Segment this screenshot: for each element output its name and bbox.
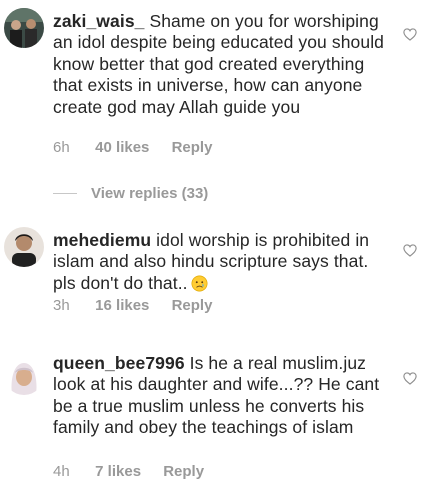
reply-button[interactable]: Reply — [172, 139, 213, 156]
comment-item: mehediemu idol worship is prohibited in … — [0, 222, 425, 322]
comment-time: 4h — [53, 463, 70, 480]
comment-time: 6h — [53, 139, 70, 156]
comment-body: queen_bee7996 Is he a real muslim.juz lo… — [53, 353, 393, 439]
comment-likes[interactable]: 40 likes — [95, 139, 149, 156]
avatar[interactable] — [4, 355, 44, 395]
heart-outline-icon[interactable] — [403, 28, 417, 41]
reply-button[interactable]: Reply — [163, 463, 204, 480]
avatar-image — [4, 227, 44, 267]
comment-body: zaki_wais_ Shame on you for worshiping a… — [53, 11, 393, 118]
comment-likes[interactable]: 7 likes — [95, 463, 141, 480]
avatar[interactable] — [4, 8, 44, 48]
comment-item: queen_bee7996 Is he a real muslim.juz lo… — [0, 345, 425, 495]
comment-username[interactable]: queen_bee7996 — [53, 353, 185, 373]
view-replies-button[interactable]: View replies (33) — [53, 183, 208, 203]
heart-outline-icon[interactable] — [403, 244, 417, 257]
avatar[interactable] — [4, 227, 44, 267]
avatar-image — [4, 355, 44, 395]
heart-outline-icon[interactable] — [403, 372, 417, 385]
comment-meta: 4h 7 likes Reply — [53, 463, 204, 480]
comment-time: 3h — [53, 297, 70, 314]
view-replies-divider — [53, 192, 77, 194]
comment-likes[interactable]: 16 likes — [95, 297, 149, 314]
comment-meta: 3h 16 likes Reply — [53, 297, 212, 314]
avatar-image — [4, 8, 44, 48]
comment-item: zaki_wais_ Shame on you for worshiping a… — [0, 0, 425, 205]
comment-username[interactable]: mehediemu — [53, 230, 151, 250]
comment-body: mehediemu idol worship is prohibited in … — [53, 230, 393, 294]
comment-meta: 6h 40 likes Reply — [53, 139, 212, 156]
reply-button[interactable]: Reply — [172, 297, 213, 314]
comment-username[interactable]: zaki_wais_ — [53, 11, 144, 31]
crying-face-emoji — [191, 275, 208, 292]
view-replies-label: View replies (33) — [91, 184, 209, 202]
